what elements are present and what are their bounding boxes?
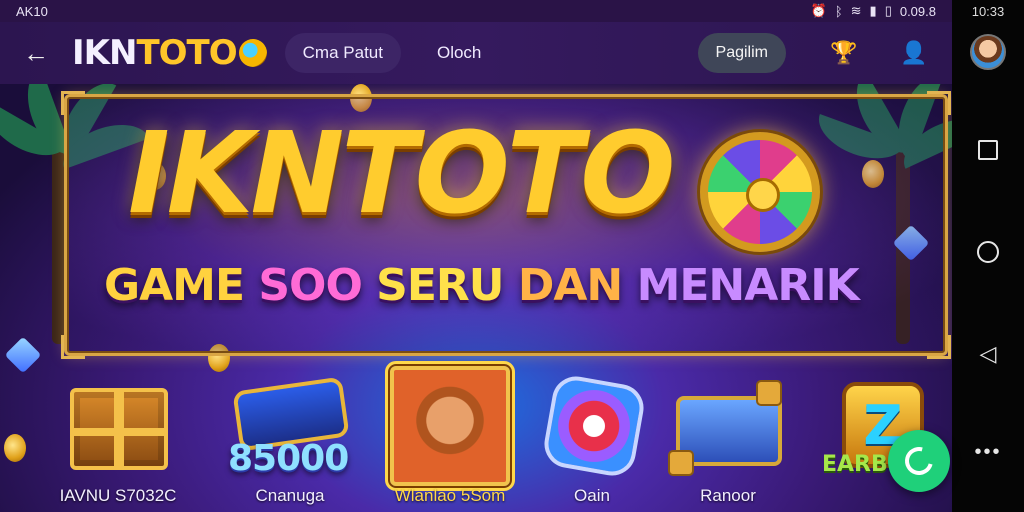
triangle-back-icon: ◁	[979, 341, 997, 366]
status-left-text: AK10	[16, 3, 48, 19]
back-button[interactable]: ←	[20, 37, 52, 69]
nav-link[interactable]: Oloch	[437, 43, 481, 63]
battery-icon: ▯	[884, 3, 892, 18]
tile-label: Oain	[574, 486, 610, 505]
refresh-fab-button[interactable]	[888, 430, 950, 492]
logo[interactable]: IKN TOTO	[72, 33, 267, 73]
nav-pill-button[interactable]: Cma Patut	[284, 33, 401, 73]
bluetooth-icon: ᛒ	[834, 3, 843, 19]
system-back-button[interactable]: ◁	[968, 334, 1008, 374]
hero-scene: IKNTOTO GAME SOO SERU DAN MENARIK IAVNU …	[0, 84, 952, 512]
tile-value-badge: 85000	[228, 438, 349, 479]
user-icon[interactable]: 👤	[896, 35, 932, 71]
status-bar: AK10 ⏰ ᛒ ≋ ▮ ▯ 0.09.8	[0, 0, 952, 22]
alarm-icon: ⏰	[810, 3, 827, 18]
tile-label: IAVNU S7032C	[59, 486, 177, 505]
hero-subtitle: GAME SOO SERU DAN MENARIK	[104, 264, 924, 308]
more-dots-icon: •••	[974, 440, 1002, 463]
trophy-icon[interactable]: 🏆	[826, 35, 862, 71]
clock: 10:33	[952, 0, 1024, 22]
home-button[interactable]	[968, 232, 1008, 272]
subtitle-word: MENARIK	[636, 260, 860, 311]
character-card-tile[interactable]	[385, 361, 515, 491]
square-icon	[978, 140, 998, 160]
logo-text-gold: TOTO	[136, 33, 237, 73]
language-button[interactable]: Pagilim	[697, 33, 786, 73]
roulette-wheel-icon	[700, 132, 820, 252]
wifi-icon: ≋	[850, 3, 862, 18]
coin-icon	[4, 434, 26, 462]
subtitle-word: SOO	[258, 260, 362, 311]
more-button[interactable]: •••	[968, 432, 1008, 472]
subtitle-word: DAN	[517, 260, 623, 311]
dice-icon	[668, 450, 694, 476]
dice-icon	[756, 380, 782, 406]
recents-button[interactable]	[968, 130, 1008, 170]
subtitle-word: SERU	[376, 260, 504, 311]
circle-icon	[977, 241, 999, 263]
tile-label: Ranoor	[700, 486, 756, 505]
tile-label: Cnanuga	[255, 486, 325, 505]
signal-icon: ▮	[869, 3, 877, 18]
status-icons: ⏰ ᛒ ≋ ▮ ▯ 0.09.8	[811, 3, 936, 19]
system-nav-bar: ◁ •••	[952, 22, 1024, 512]
back-arrow-icon: ←	[23, 37, 49, 68]
treasure-chest-tile[interactable]	[70, 388, 168, 470]
gem-icon	[4, 336, 42, 374]
app-header: ← IKN TOTO Cma Patut Oloch Pagilim 🏆 👤	[0, 22, 952, 84]
gamepad-tile[interactable]	[540, 372, 648, 480]
tile-label: Wlanlao 5Som	[394, 486, 506, 505]
refresh-icon	[899, 441, 939, 481]
z-badge-text: EARB	[822, 452, 888, 477]
hero-title: IKNTOTO	[128, 109, 675, 239]
battery-text: 0.09.8	[899, 3, 936, 19]
logo-coin-icon	[238, 39, 267, 67]
logo-text-white: IKN	[72, 33, 137, 73]
avatar[interactable]	[970, 34, 1006, 70]
subtitle-word: GAME	[104, 260, 245, 311]
